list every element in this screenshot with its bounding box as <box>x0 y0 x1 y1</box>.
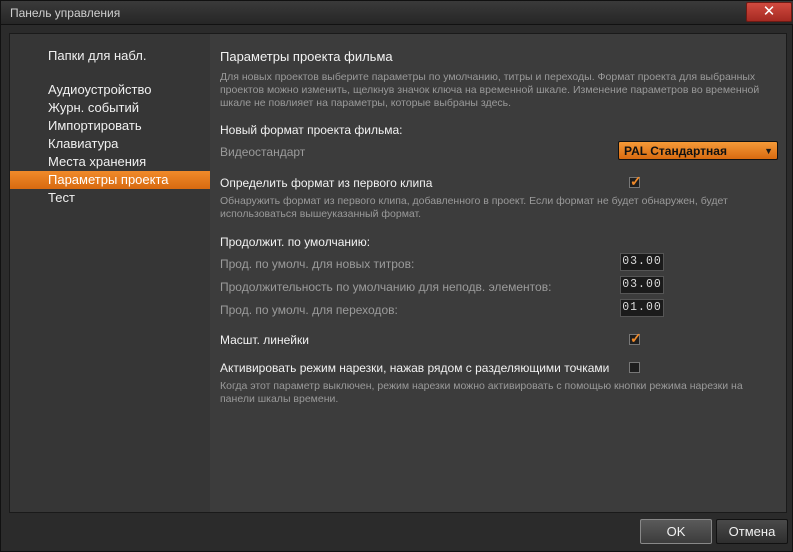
scissors-mode-label: Активировать режим нарезки, нажав рядом … <box>220 361 610 375</box>
sidebar-item-audio[interactable]: Аудиоустройство <box>10 81 210 99</box>
cancel-button[interactable]: Отмена <box>716 519 788 544</box>
dialog-body: Папки для набл. Аудиоустройство Журн. со… <box>9 33 787 513</box>
duration-transitions-label: Прод. по умолч. для переходов: <box>220 303 398 317</box>
ok-button[interactable]: OK <box>640 519 712 544</box>
close-icon: ✕ <box>762 3 776 20</box>
window-title: Панель управления <box>10 6 121 20</box>
title-bar[interactable]: Панель управления ✕ <box>1 1 793 25</box>
video-standard-select[interactable]: PAL Стандартная ▼ <box>618 141 778 160</box>
checkmark-icon: ✓ <box>630 173 642 189</box>
page-title: Параметры проекта фильма <box>220 49 393 64</box>
settings-panel: Параметры проекта фильма Для новых проек… <box>220 34 786 512</box>
scale-rulers-checkbox[interactable]: ✓ <box>629 330 642 346</box>
sidebar-section-label[interactable]: Папки для набл. <box>48 48 146 63</box>
chevron-down-icon: ▼ <box>764 146 773 156</box>
checkmark-icon: ✓ <box>630 330 642 346</box>
duration-transitions-field[interactable]: 01.00 <box>620 299 664 317</box>
duration-stills-label: Продолжительность по умолчанию для непод… <box>220 280 552 294</box>
sidebar: Папки для набл. Аудиоустройство Журн. со… <box>10 34 210 512</box>
durations-label: Продолжит. по умолчанию: <box>220 235 371 249</box>
detect-format-note: Обнаружить формат из первого клипа, доба… <box>220 195 728 220</box>
scissors-mode-note: Когда этот параметр выключен, режим наре… <box>220 380 743 405</box>
duration-stills-field[interactable]: 03.00 <box>620 276 664 294</box>
sidebar-item-keyboard[interactable]: Клавиатура <box>10 135 210 153</box>
video-standard-value: PAL Стандартная <box>624 144 727 158</box>
sidebar-item-import[interactable]: Импортировать <box>10 117 210 135</box>
sidebar-item-event-log[interactable]: Журн. событий <box>10 99 210 117</box>
close-button[interactable]: ✕ <box>746 2 792 22</box>
scale-rulers-label: Масшт. линейки <box>220 333 309 347</box>
new-format-label: Новый формат проекта фильма: <box>220 123 403 137</box>
duration-titles-field[interactable]: 03.00 <box>620 253 664 271</box>
sidebar-item-test[interactable]: Тест <box>10 189 210 207</box>
scissors-mode-checkbox[interactable] <box>629 362 640 373</box>
duration-titles-label: Прод. по умолч. для новых титров: <box>220 257 415 271</box>
intro-text: Для новых проектов выберите параметры по… <box>220 71 760 109</box>
control-panel-window: Панель управления ✕ Папки для набл. Ауди… <box>0 0 793 552</box>
detect-format-label: Определить формат из первого клипа <box>220 176 433 190</box>
video-standard-label: Видеостандарт <box>220 145 306 159</box>
sidebar-item-project-settings[interactable]: Параметры проекта <box>10 171 210 189</box>
sidebar-item-storage[interactable]: Места хранения <box>10 153 210 171</box>
sidebar-list: Аудиоустройство Журн. событий Импортиров… <box>10 81 210 207</box>
detect-format-checkbox[interactable]: ✓ <box>629 173 642 189</box>
